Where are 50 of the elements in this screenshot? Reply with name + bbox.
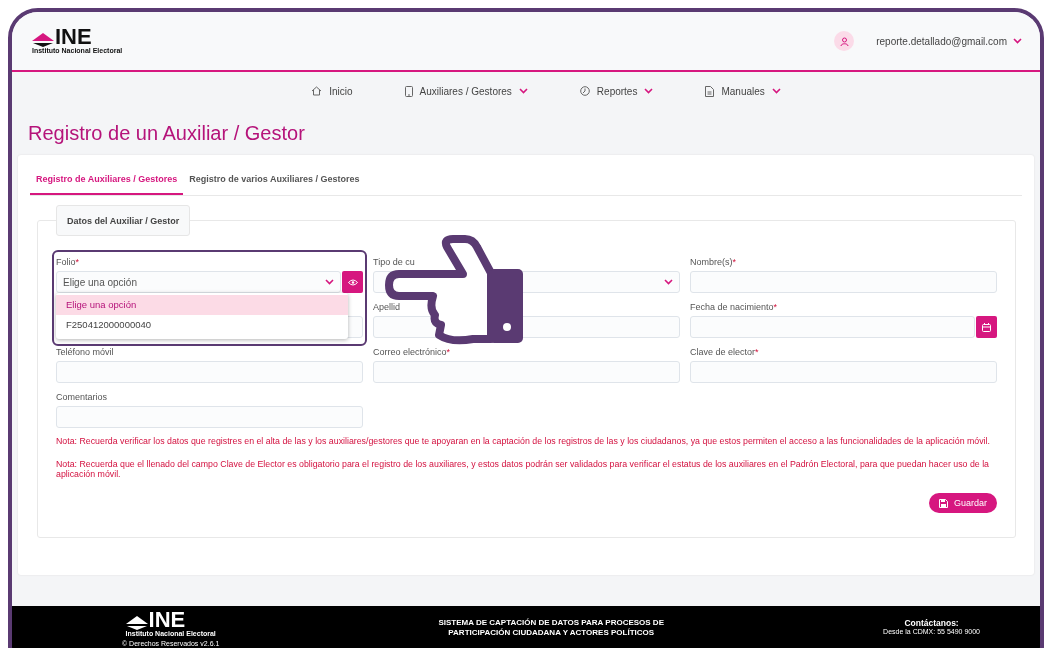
- user-avatar[interactable]: [834, 31, 855, 51]
- date-field[interactable]: [690, 316, 975, 338]
- nav-link[interactable]: Inicio: [311, 85, 353, 97]
- section-title: Datos del Auxiliar / Gestor: [56, 205, 191, 236]
- document-icon: [705, 85, 715, 97]
- chevron-icon: [1013, 38, 1022, 44]
- input-field[interactable]: [690, 361, 997, 383]
- contact-title: Contáctanos:: [904, 618, 959, 628]
- view-button[interactable]: [342, 271, 363, 293]
- input-field[interactable]: [56, 406, 363, 428]
- tab[interactable]: Registro de Auxiliares / Gestores: [30, 169, 184, 195]
- save-button[interactable]: Guardar: [928, 493, 997, 513]
- field-label: Folio*: [56, 257, 80, 268]
- chevron-icon: [325, 279, 334, 285]
- field-label: Fecha de nacimiento*: [690, 302, 778, 313]
- user-icon: [839, 36, 849, 46]
- diamond-icon: [32, 33, 54, 47]
- field-label: Nombre(s)*: [690, 257, 737, 268]
- dropdown-option[interactable]: F250412000000040: [56, 315, 348, 335]
- input-field[interactable]: [690, 271, 997, 293]
- tablet-icon: [404, 85, 413, 97]
- input-field[interactable]: [56, 361, 363, 383]
- chevron-icon: [664, 279, 673, 285]
- field-label: Comentarios: [56, 392, 108, 403]
- input-field[interactable]: [373, 361, 680, 383]
- field-label: Apellid: [373, 302, 401, 313]
- select-field[interactable]: Elige una opción: [56, 271, 341, 293]
- field-label: Clave de elector*: [690, 347, 759, 358]
- home-icon: [311, 86, 323, 96]
- diamond-icon: [125, 616, 148, 630]
- dropdown-option[interactable]: Elige una opción: [56, 295, 348, 315]
- field-label: Correo electrónico*: [373, 347, 451, 358]
- floppy-icon: [938, 498, 948, 508]
- eye-icon: [347, 278, 358, 286]
- system-title: SISTEMA DE CAPTACIÓN DE DATOS PARA PROCESOS DE PARTICIPACIÓN CIUDADANA Y ACTORES POLÍTICOS: [437, 618, 665, 638]
- nav-link[interactable]: Manuales: [705, 85, 781, 97]
- logo-text: INE: [55, 27, 92, 47]
- field-label: Tipo de cu: [373, 257, 415, 268]
- nav-link[interactable]: Reportes: [579, 85, 654, 97]
- note-text: Nota: Recuerda que el llenado del campo Clave de Elector es obligatorio para el registro de los auxiliares, y estos datos podrán ser validados para verificar el estatus de los auxiliares en el Padrón Electoral, para que puedan hacer uso de la aplicación móvil.: [56, 459, 991, 479]
- page-title: Registro de un Auxiliar / Gestor: [27, 121, 306, 146]
- calendar-button[interactable]: [976, 316, 997, 338]
- logo-text: INE: [148, 610, 186, 630]
- clock-icon: [579, 86, 590, 96]
- tab[interactable]: Registro de varios Auxiliares / Gestores: [183, 169, 366, 195]
- nav-link[interactable]: Auxiliares / Gestores: [404, 85, 528, 97]
- note-text: Nota: Recuerda verificar los datos que registres en el alta de las y los auxiliares/gestores que te apoyaran en la captación de los registros de las y los ciudadanos, ya que estos permiten el acceso a las funcionalidades de la aplicación móvil.: [56, 436, 991, 446]
- field-label: Teléfono móvil: [56, 347, 114, 358]
- user-menu[interactable]: reporte.detallado@gmail.com: [876, 35, 1022, 47]
- calendar-icon: [982, 322, 991, 332]
